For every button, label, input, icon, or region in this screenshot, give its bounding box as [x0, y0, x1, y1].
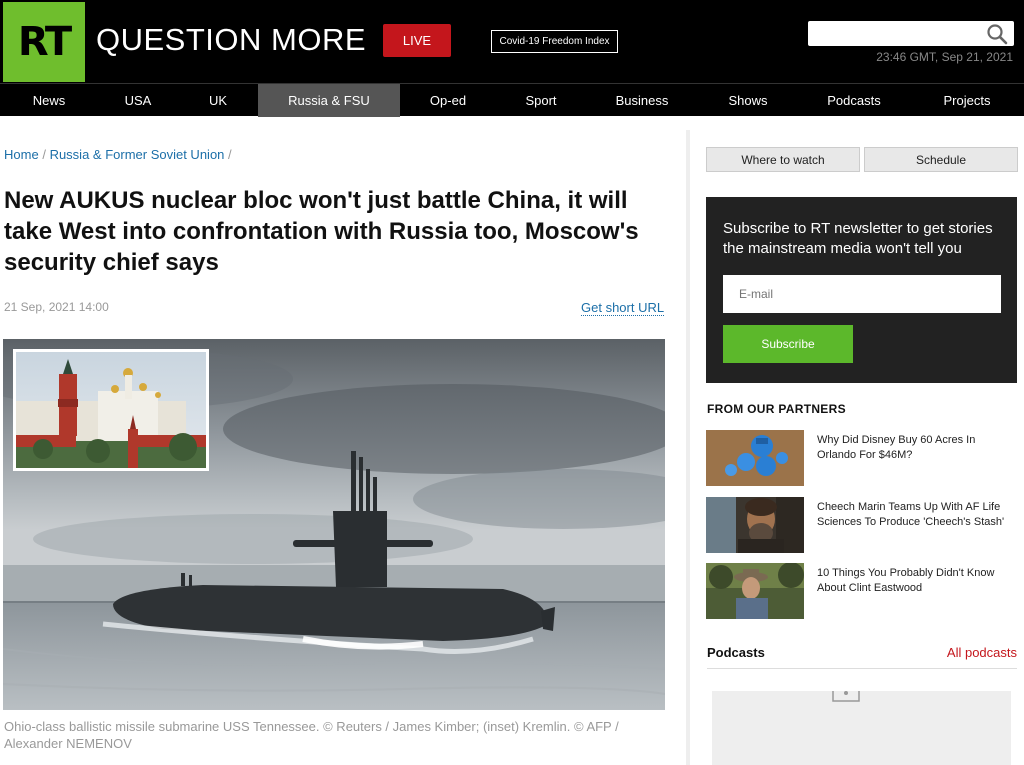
- partner-thumbnail[interactable]: [706, 430, 804, 486]
- all-podcasts-link[interactable]: All podcasts: [947, 645, 1017, 660]
- subscribe-button[interactable]: Subscribe: [723, 325, 853, 363]
- site-tagline: QUESTION MORE: [96, 22, 367, 57]
- kremlin-inset: [13, 349, 209, 471]
- article-hero-image: [3, 339, 665, 710]
- breadcrumb-section[interactable]: Russia & Former Soviet Union: [50, 147, 225, 162]
- nav-item-russia-fsu[interactable]: Russia & FSU: [258, 84, 400, 117]
- column-divider: [686, 130, 690, 765]
- email-field[interactable]: [723, 275, 1001, 313]
- article-headline: New AUKUS nuclear bloc won't just battle…: [4, 187, 639, 276]
- podcasts-section-header: Podcasts All podcasts: [707, 645, 1017, 669]
- publish-date: 21 Sep, 2021 14:00: [4, 300, 109, 314]
- image-caption: Ohio-class ballistic missile submarine U…: [4, 719, 619, 751]
- nav-item-podcasts[interactable]: Podcasts: [798, 84, 910, 117]
- nav-item-shows[interactable]: Shows: [698, 84, 798, 117]
- schedule-button[interactable]: Schedule: [864, 147, 1018, 172]
- newsletter-box: Subscribe to RT newsletter to get storie…: [706, 197, 1017, 383]
- nav-item-projects[interactable]: Projects: [910, 84, 1024, 117]
- breadcrumb-separator: /: [42, 147, 46, 162]
- nav-item-sport[interactable]: Sport: [496, 84, 586, 117]
- partner-item[interactable]: 10 Things You Probably Didn't Know About…: [706, 563, 1018, 619]
- submarine-photo: [3, 339, 665, 710]
- nav-item-usa[interactable]: USA: [98, 84, 178, 117]
- covid-index-button[interactable]: Covid-19 Freedom Index: [491, 30, 618, 53]
- partners-heading: FROM OUR PARTNERS: [707, 402, 846, 416]
- nav-item-news[interactable]: News: [0, 84, 98, 117]
- newsletter-text: Subscribe to RT newsletter to get storie…: [723, 220, 993, 257]
- nav-item-business[interactable]: Business: [586, 84, 698, 117]
- podcasts-heading: Podcasts: [707, 645, 765, 660]
- breadcrumb-separator: /: [228, 147, 232, 162]
- partner-thumbnail[interactable]: [706, 563, 804, 619]
- logo-text: RT: [17, 19, 72, 65]
- cheech-marin-thumbnail-image: [706, 497, 804, 553]
- current-datetime: 23:46 GMT, Sep 21, 2021: [876, 50, 1013, 64]
- nav-item-uk[interactable]: UK: [178, 84, 258, 117]
- partner-item[interactable]: Cheech Marin Teams Up With AF Life Scien…: [706, 497, 1018, 553]
- disney-thumbnail-image: [706, 430, 804, 486]
- partner-title[interactable]: Why Did Disney Buy 60 Acres In Orlando F…: [817, 433, 1017, 463]
- breadcrumb-home[interactable]: Home: [4, 147, 39, 162]
- live-button[interactable]: LIVE: [383, 24, 451, 57]
- search-icon[interactable]: [986, 23, 1008, 45]
- breadcrumb: Home / Russia & Former Soviet Union /: [4, 147, 232, 162]
- rt-logo[interactable]: RT: [3, 2, 85, 82]
- search-input[interactable]: [808, 21, 1014, 46]
- partner-title[interactable]: Cheech Marin Teams Up With AF Life Scien…: [817, 500, 1017, 530]
- top-header: RT QUESTION MORE LIVE Covid-19 Freedom I…: [0, 0, 1024, 83]
- partner-thumbnail[interactable]: [706, 497, 804, 553]
- partner-title[interactable]: 10 Things You Probably Didn't Know About…: [817, 566, 1017, 596]
- podcast-player[interactable]: [712, 684, 1011, 765]
- get-short-url-link[interactable]: Get short URL: [581, 300, 665, 316]
- where-to-watch-button[interactable]: Where to watch: [706, 147, 860, 172]
- nav-item-op-ed[interactable]: Op-ed: [400, 84, 496, 117]
- podcast-placeholder-image: [832, 684, 860, 702]
- partner-item[interactable]: Why Did Disney Buy 60 Acres In Orlando F…: [706, 430, 1018, 486]
- clint-eastwood-thumbnail-image: [706, 563, 804, 619]
- main-nav: News USA UK Russia & FSU Op-ed Sport Bus…: [0, 83, 1024, 117]
